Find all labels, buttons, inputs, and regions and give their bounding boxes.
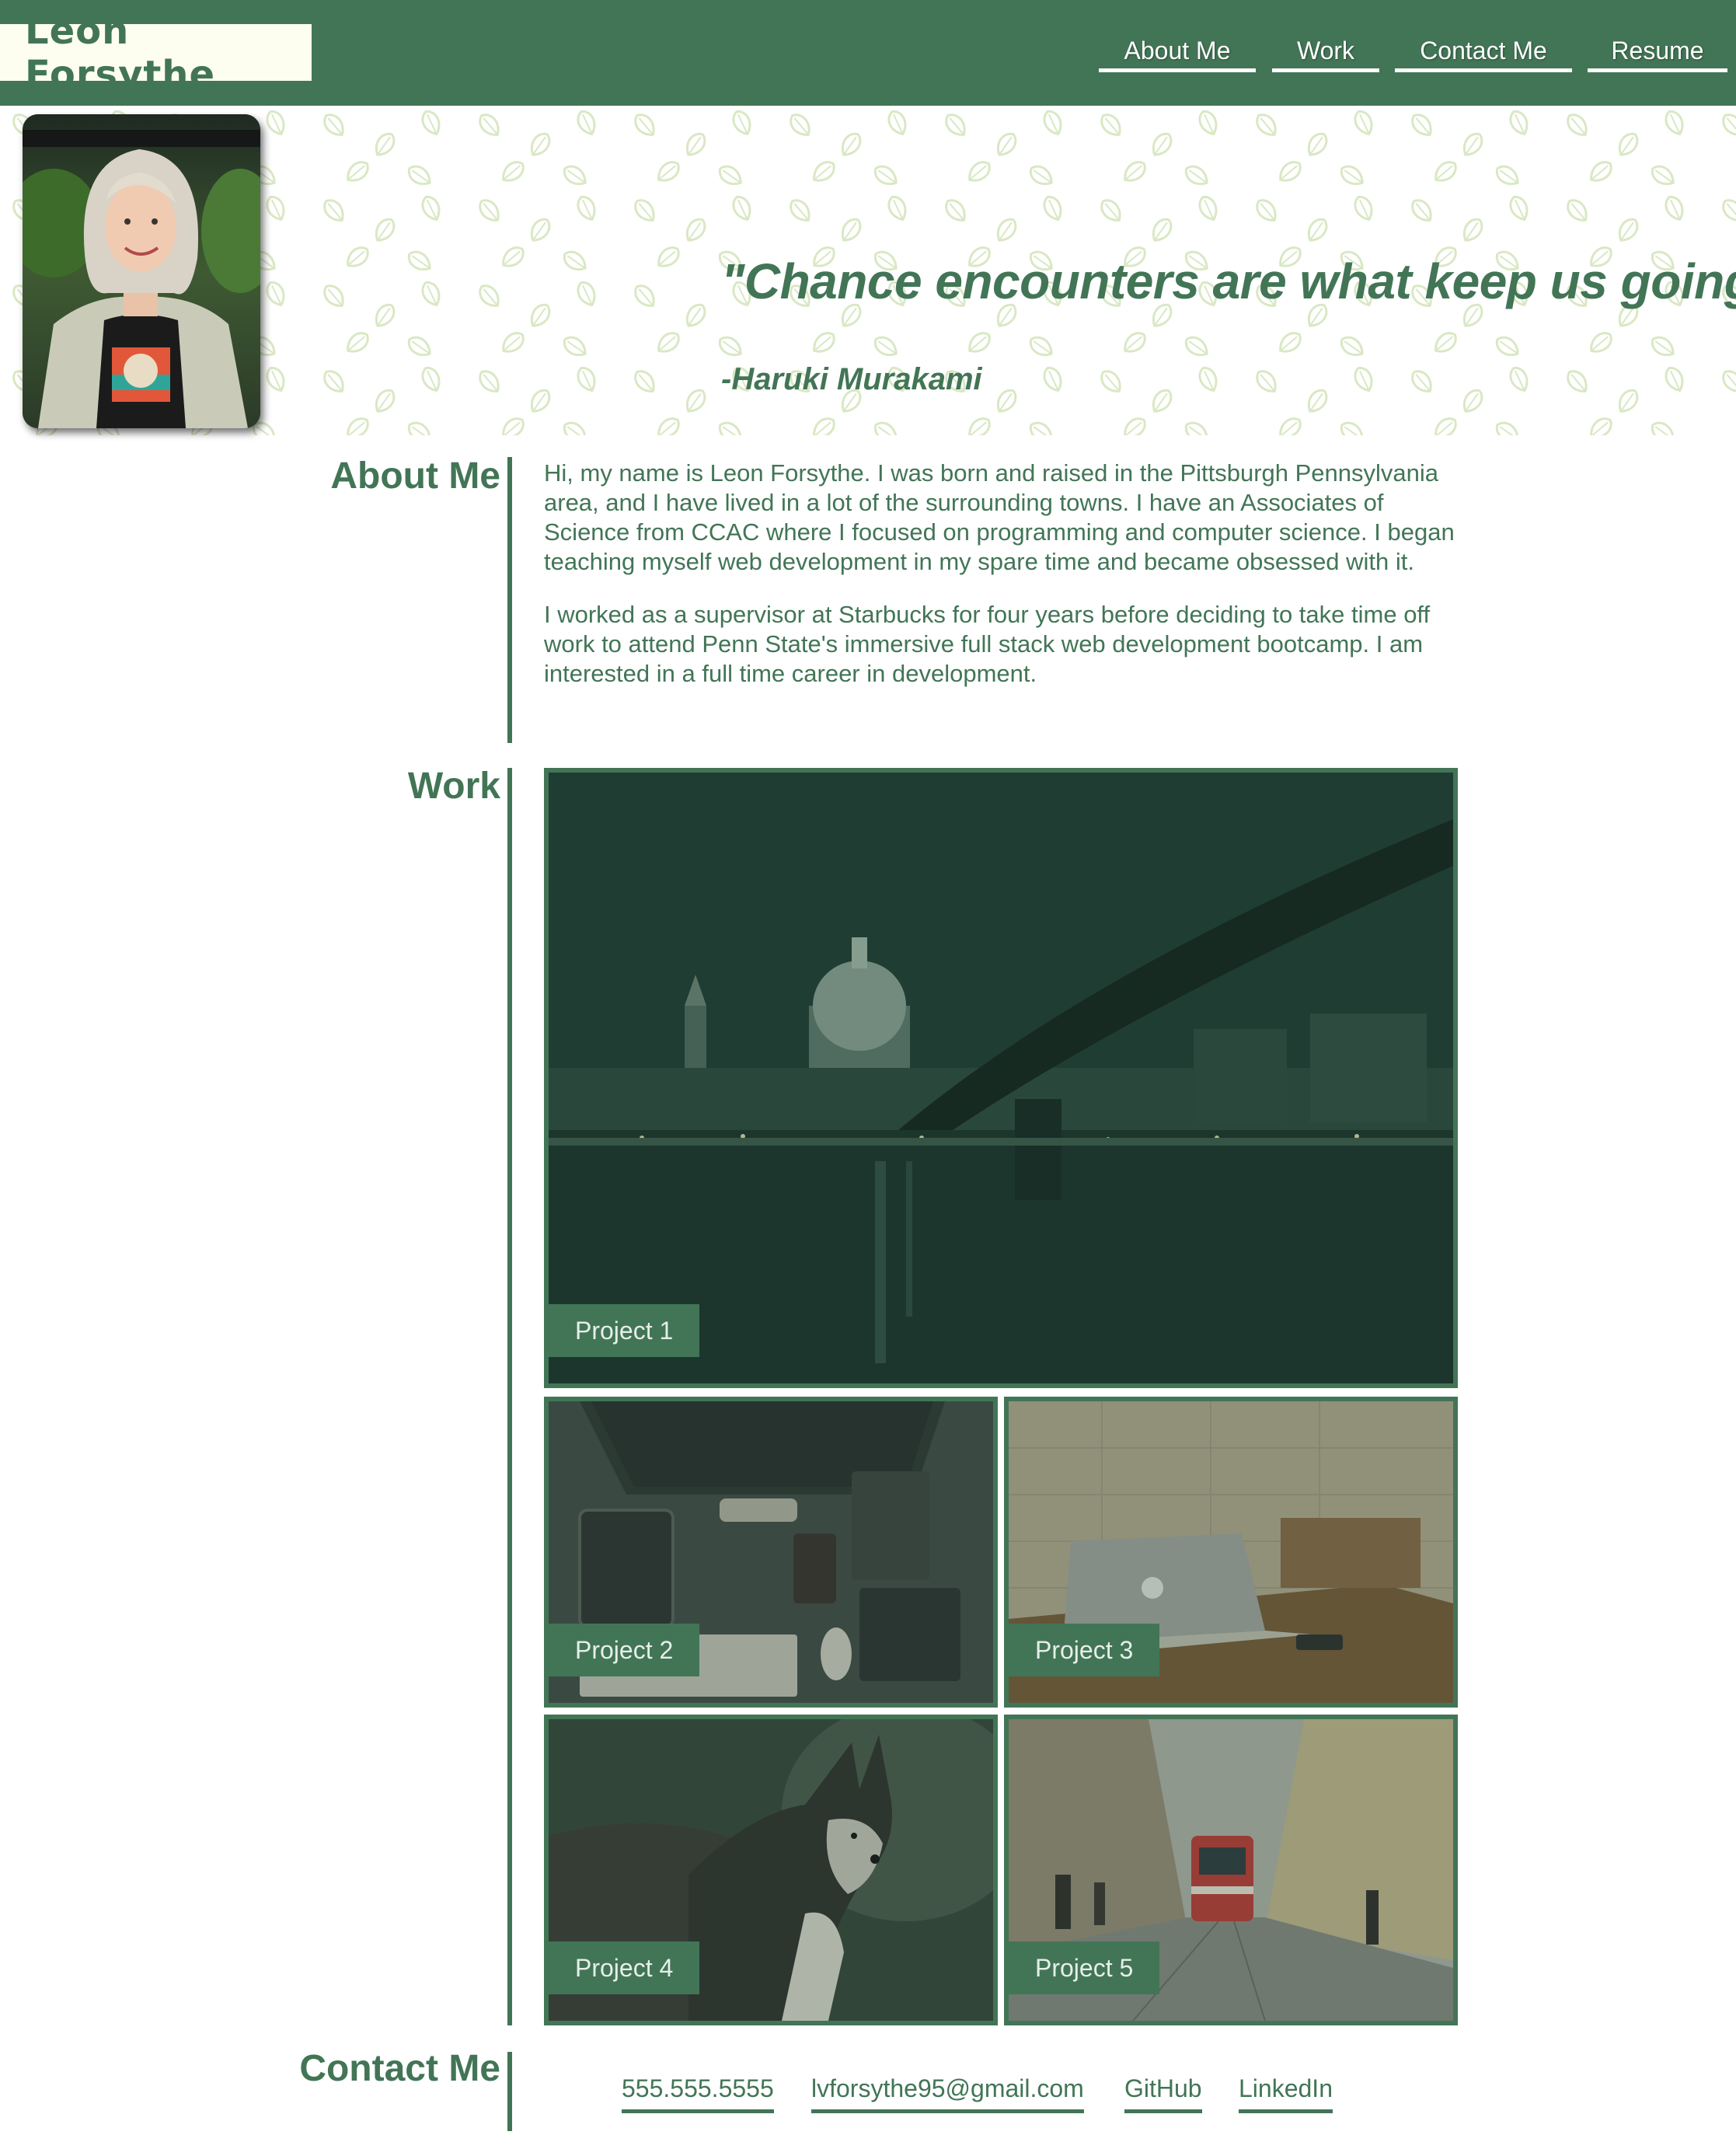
project-4-label: Project 4 [549, 1941, 700, 1994]
nav-about-me[interactable]: About Me [1099, 35, 1256, 72]
about-paragraph-2: I worked as a supervisor at Starbucks fo… [544, 601, 1431, 687]
about-section-title: About Me [330, 455, 500, 497]
project-tile-2[interactable]: Project 2 [544, 1397, 998, 1708]
about-paragraph-1: Hi, my name is Leon Forsythe. I was born… [544, 459, 1455, 575]
project-1-label: Project 1 [549, 1304, 700, 1357]
brand-name: Leon Forsythe [25, 9, 216, 96]
about-text: Hi, my name is Leon Forsythe. I was born… [544, 459, 1461, 712]
contact-phone-link[interactable]: 555.555.5555 [622, 2071, 774, 2113]
nav-contact-me[interactable]: Contact Me [1395, 35, 1572, 72]
contact-section-title: Contact Me [299, 2048, 500, 2089]
project-2-label: Project 2 [549, 1624, 700, 1676]
contact-github-link[interactable]: GitHub [1124, 2071, 1202, 2113]
work-divider [507, 768, 512, 2025]
project-5-label: Project 5 [1009, 1941, 1160, 1994]
profile-photo [23, 114, 260, 428]
project-tile-3[interactable]: Project 3 [1004, 1397, 1458, 1708]
site-header: Leon Forsythe About Me Work Contact Me R… [0, 0, 1736, 106]
project-tile-4[interactable]: Project 4 [544, 1715, 998, 2025]
contact-linkedin-link[interactable]: LinkedIn [1239, 2071, 1333, 2113]
hero-quote: "Chance encounters are what keep us goin… [721, 253, 1736, 309]
about-divider [507, 457, 512, 743]
brand-logo[interactable]: Leon Forsythe [0, 9, 312, 96]
work-section-title: Work [407, 766, 500, 807]
hero-quote-author: -Haruki Murakami [721, 362, 982, 396]
contact-divider [507, 2052, 512, 2131]
project-tile-1[interactable]: Project 1 [544, 768, 1458, 1388]
project-tile-5[interactable]: Project 5 [1004, 1715, 1458, 2025]
project-3-label: Project 3 [1009, 1624, 1160, 1676]
nav-resume[interactable]: Resume [1588, 35, 1727, 72]
contact-email-link[interactable]: lvforsythe95@gmail.com [811, 2071, 1084, 2113]
nav-work[interactable]: Work [1272, 35, 1379, 72]
